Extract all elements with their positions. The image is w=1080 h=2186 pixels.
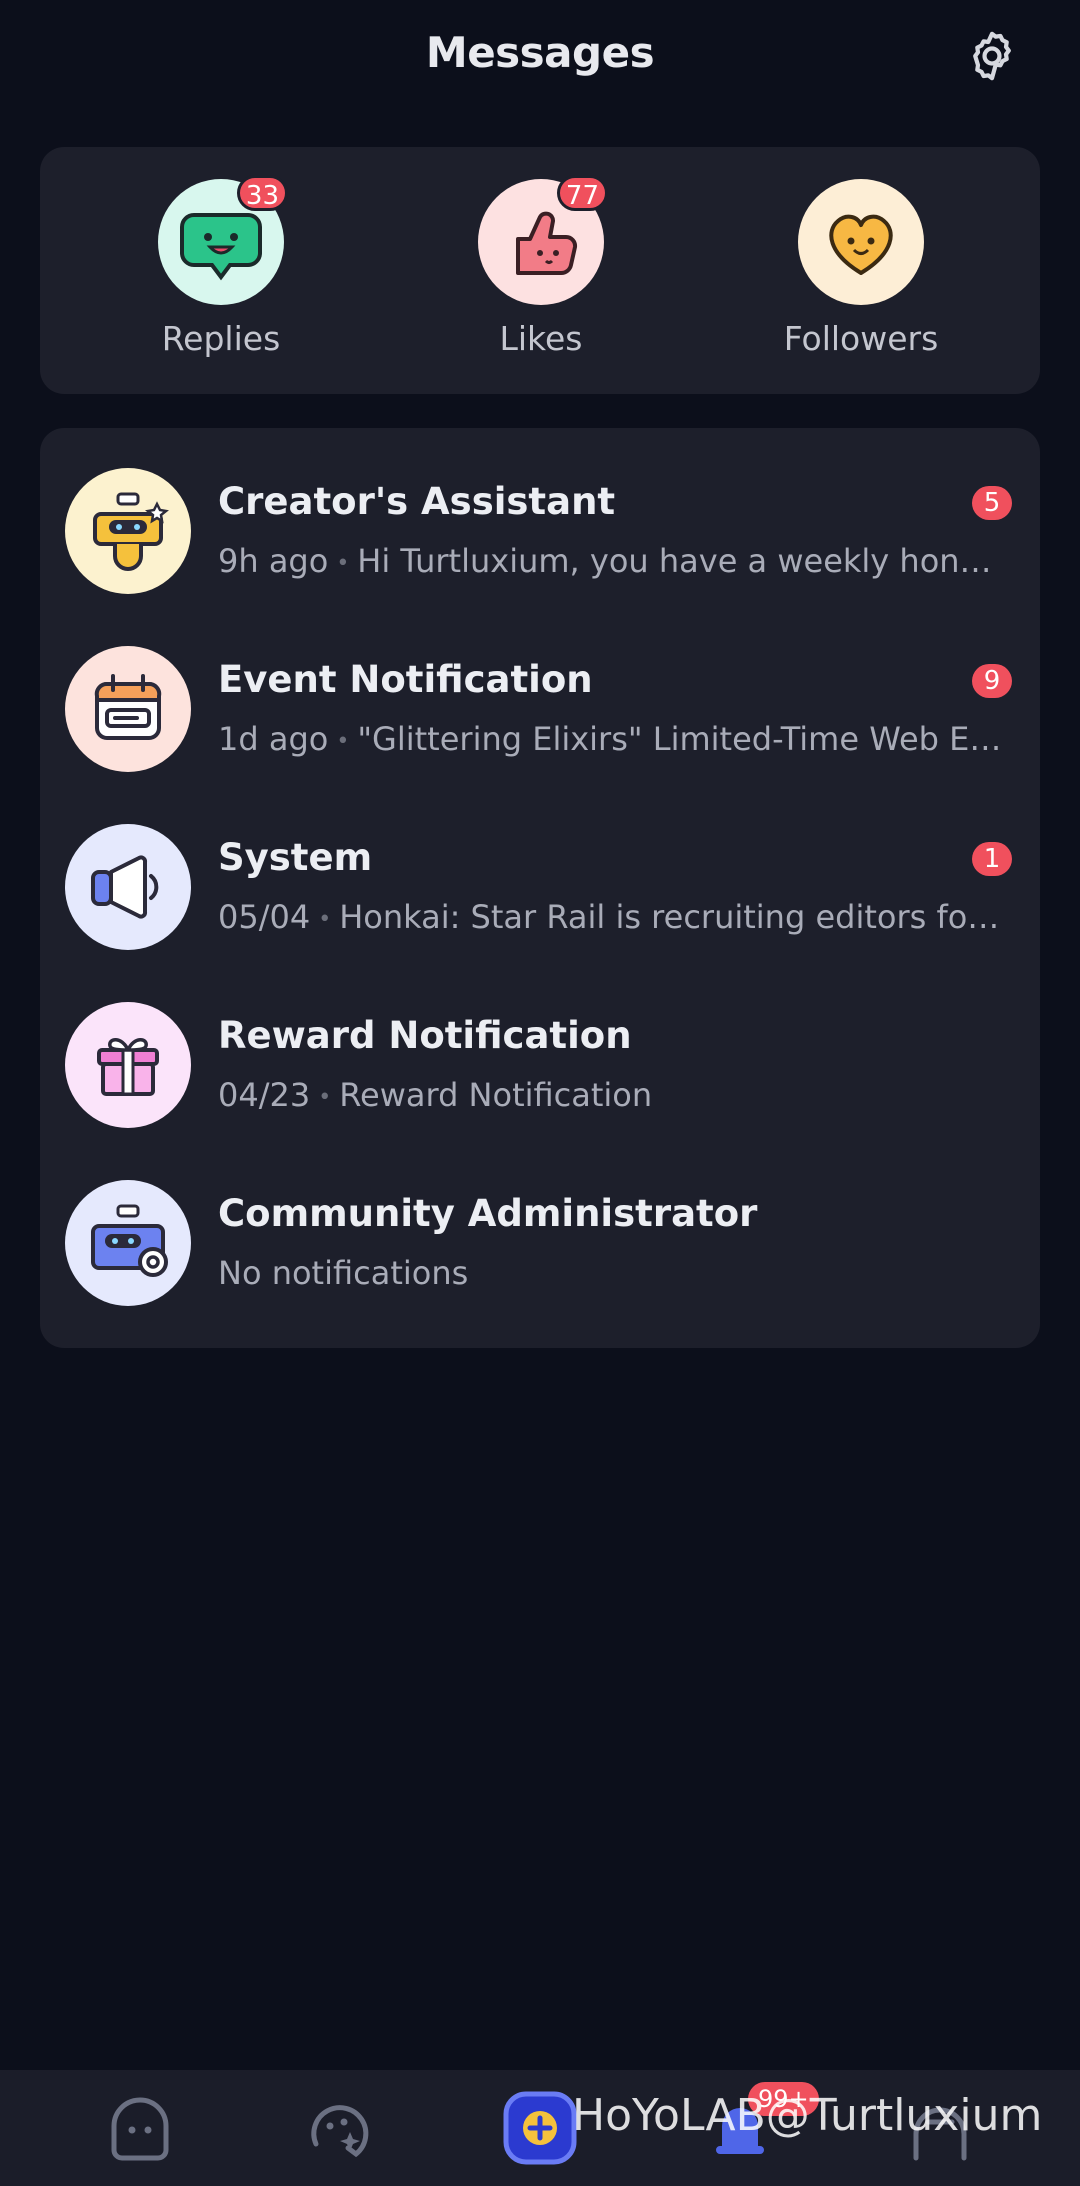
nav-create-post[interactable] <box>500 2088 580 2168</box>
timestamp: 05/04 <box>218 898 311 936</box>
gift-icon <box>97 1038 159 1096</box>
system-subtitle: 05/04 • Honkai: Star Rail is recruiting ed… <box>218 898 1008 936</box>
event-notification-subtitle: 1d ago • "Glittering Elixirs" Limited-Time… <box>218 720 1008 758</box>
gear-icon <box>973 31 1011 81</box>
message-preview: Honkai: Star Rail is recruiting editors … <box>339 898 1008 936</box>
replies-avatar: 33 <box>158 175 288 305</box>
list-item-creators-assistant[interactable]: Creator's Assistant 9h ago • Hi Turtluxium… <box>40 428 1040 606</box>
nav-home[interactable] <box>100 2088 180 2168</box>
system-avatar <box>65 824 191 950</box>
community-administrator-title: Community Administrator <box>218 1192 758 1235</box>
robot-lightbulb-icon <box>93 492 169 571</box>
community-administrator-avatar <box>65 1180 191 1306</box>
message-preview: Hi Turtluxium, you have a weekly honor r… <box>357 542 1008 580</box>
watermark: HoYoLAB@Turtluxium <box>572 2090 1043 2141</box>
likes-label: Likes <box>499 319 583 358</box>
list-item-reward-notification[interactable]: Reward Notification 04/23 • Reward Notific… <box>40 962 1040 1140</box>
replies-badge: 33 <box>236 175 288 211</box>
message-preview: Reward Notification <box>339 1076 653 1114</box>
event-notification-avatar <box>65 646 191 772</box>
message-preview: "Glittering Elixirs" Limited-Time Web Ev… <box>357 720 1008 758</box>
notification-list: Creator's Assistant 9h ago • Hi Turtluxium… <box>40 428 1040 1348</box>
reward-notification-title: Reward Notification <box>218 1014 632 1057</box>
messages-page: Messages 33 Replies 77 Likes Followers C… <box>0 0 1080 2186</box>
reward-notification-subtitle: 04/23 • Reward Notification <box>218 1076 1008 1114</box>
unread-badge: 5 <box>972 486 1012 520</box>
replies-button[interactable]: 33 Replies <box>101 175 341 358</box>
explore-icon <box>311 2105 369 2158</box>
creators-assistant-avatar <box>65 468 191 594</box>
timestamp: 04/23 <box>218 1076 311 1114</box>
megaphone-icon <box>91 855 159 919</box>
list-item-system[interactable]: System 05/04 • Honkai: Star Rail is recrui… <box>40 784 1040 962</box>
heart-face-icon <box>829 214 893 275</box>
calendar-icon <box>94 674 162 740</box>
admin-robot-icon <box>91 1204 168 1277</box>
list-item-community-administrator[interactable]: Community Administrator No notifications <box>40 1140 1040 1318</box>
creators-assistant-title: Creator's Assistant <box>218 480 616 523</box>
unread-badge: 9 <box>972 664 1012 698</box>
event-notification-title: Event Notification <box>218 658 593 701</box>
followers-label: Followers <box>783 319 939 358</box>
nav-explore[interactable] <box>300 2088 380 2168</box>
page-title: Messages <box>425 28 655 77</box>
likes-badge: 77 <box>556 175 608 211</box>
replies-label: Replies <box>161 319 281 358</box>
list-item-event-notification[interactable]: Event Notification 1d ago • "Glittering El… <box>40 606 1040 784</box>
separator-dot: • <box>318 906 332 932</box>
creators-assistant-subtitle: 9h ago • Hi Turtluxium, you have a weekly … <box>218 542 1008 580</box>
timestamp: 9h ago <box>218 542 329 580</box>
timestamp: 1d ago <box>218 720 329 758</box>
community-administrator-subtitle: No notifications <box>218 1254 469 1292</box>
followers-button[interactable]: Followers <box>741 179 981 358</box>
likes-avatar: 77 <box>478 175 608 305</box>
separator-dot: • <box>336 728 350 754</box>
home-icon <box>111 2097 169 2161</box>
unread-badge: 1 <box>972 842 1012 876</box>
reward-notification-avatar <box>65 1002 191 1128</box>
likes-button[interactable]: 77 Likes <box>421 175 661 358</box>
separator-dot: • <box>318 1084 332 1110</box>
system-title: System <box>218 836 373 879</box>
separator-dot: • <box>336 550 350 576</box>
create-post-icon <box>503 2091 577 2165</box>
header: Messages <box>0 0 1080 120</box>
followers-avatar <box>798 179 924 305</box>
settings-button[interactable] <box>964 28 1020 84</box>
quick-categories-card: 33 Replies 77 Likes Followers <box>40 147 1040 394</box>
